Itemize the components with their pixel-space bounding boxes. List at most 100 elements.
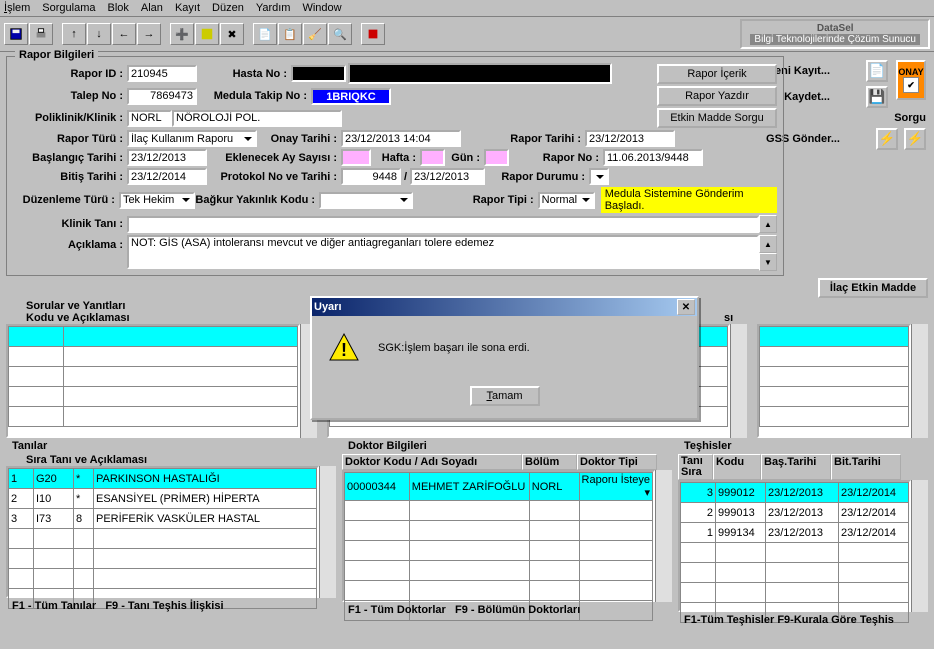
doktor-f9: F9 - Bölümün Doktorları [455, 604, 580, 616]
menu-kayit[interactable]: Kayıt [175, 2, 200, 14]
sorular-d-scroll[interactable] [730, 324, 747, 438]
menu-blok[interactable]: Blok [108, 2, 129, 14]
right-action-stack: ONAY✔ Yeni Kayıt...📄 Kaydet...💾 Sorgu GS… [766, 60, 926, 150]
nav-right-button[interactable]: → [137, 23, 161, 45]
rapor-tarihi-label: Rapor Tarihi : [461, 133, 585, 145]
dialog-close-button[interactable]: ✕ [677, 299, 695, 315]
doktor-title: Doktor Bilgileri [342, 440, 672, 452]
menu-alan[interactable]: Alan [141, 2, 163, 14]
sorular-s-scroll[interactable] [911, 324, 928, 438]
teshis-scroll[interactable] [911, 480, 928, 612]
svg-text:!: ! [341, 340, 347, 360]
sorular-s: sı [724, 312, 733, 324]
aciklama-input[interactable]: NOT: GİS (ASA) intoleransı mevcut ve diğ… [127, 235, 759, 269]
duzenleme-select[interactable]: Tek Hekim [119, 192, 195, 209]
rapor-id-label: Rapor ID : [13, 68, 127, 80]
hafta-input[interactable] [420, 149, 445, 166]
rapor-tipi-label: Rapor Tipi : [413, 194, 537, 206]
eklenecek-input[interactable] [341, 149, 371, 166]
protokol-no-input[interactable] [341, 168, 401, 185]
hasta-ad-obscured [348, 63, 612, 84]
duzenleme-label: Düzenleme Türü : [13, 194, 119, 206]
hasta-no-input[interactable] [291, 65, 346, 82]
teshis-h-kodu: Kodu [713, 454, 761, 480]
rapor-bilgileri-group: Rapor Bilgileri Rapor ID : Hasta No : Ra… [6, 56, 784, 276]
exit-button[interactable] [361, 23, 385, 45]
menu-islem[interactable]: İİşlemşlem [4, 2, 30, 14]
aciklama-label: Açıklama : [13, 235, 127, 251]
rapor-tarihi-input[interactable] [585, 130, 675, 147]
add-button[interactable]: ➕ [170, 23, 194, 45]
doc-button[interactable]: 📄 [253, 23, 277, 45]
nav-up-button[interactable]: ↑ [62, 23, 86, 45]
poliklinik-ad-input[interactable] [172, 110, 342, 127]
teshis-h-sira: Tanı Sıra [678, 454, 713, 480]
ilac-etkin-madde-button[interactable]: İlaç Etkin Madde [818, 278, 928, 298]
gss-gonder-button[interactable]: ⚡ [876, 128, 898, 150]
sorular-kodu-table[interactable] [6, 324, 300, 438]
brand-badge: DataSel Bilgi Teknolojilerinde Çözüm Sun… [740, 19, 930, 49]
rapor-bilgileri-title: Rapor Bilgileri [15, 49, 98, 61]
teshis-title: Teşhisler [678, 440, 928, 452]
rapor-icerik-button[interactable]: Rapor İçerik [657, 64, 777, 84]
medula-status: Medula Sistemine Gönderim Başladı. [601, 187, 777, 213]
tanilar-table[interactable]: 1G20*PARKINSON HASTALIĞI2I10*ESANSİYEL (… [6, 466, 319, 598]
yeni-kayit-button[interactable]: 📄 [866, 60, 888, 82]
tanilar-scroll[interactable] [319, 466, 336, 598]
tanilar-title: Tanılar [6, 440, 336, 452]
nav-down-button[interactable]: ↓ [87, 23, 111, 45]
tanilar-f1: F1 - Tüm Tanılar [12, 600, 96, 612]
dialog-message: SGK:İşlem başarı ile sona erdi. [378, 342, 530, 354]
print-button[interactable] [29, 23, 53, 45]
menu-duzen[interactable]: Düzen [212, 2, 244, 14]
aciklama-scroll-down[interactable]: ▼ [759, 253, 777, 271]
onay-tarihi-input[interactable] [341, 130, 461, 147]
rapor-yazdir-button[interactable]: Rapor Yazdır [657, 86, 777, 106]
doktor-scroll[interactable] [655, 470, 672, 602]
rapor-durumu-select[interactable] [589, 168, 609, 185]
hafta-label: Hafta : [371, 152, 420, 164]
menu-bar: İİşlemşlem Sorgulama Blok Alan Kayıt Düz… [0, 0, 934, 17]
find-button[interactable]: 🔍 [328, 23, 352, 45]
save-button[interactable] [4, 23, 28, 45]
tanilar-sub: Sıra Tanı ve Açıklaması [6, 454, 336, 466]
delete-button[interactable]: ✖ [220, 23, 244, 45]
clear-button[interactable]: 🧹 [303, 23, 327, 45]
onay-tarihi-label: Onay Tarihi : [257, 133, 341, 145]
protokol-tarih-input[interactable] [410, 168, 485, 185]
talep-no-input[interactable] [127, 88, 197, 105]
rapor-no-input[interactable] [603, 149, 703, 166]
doktor-h-bolum: Bölüm [522, 454, 577, 470]
sorular-s-table[interactable] [757, 324, 911, 438]
poliklinik-kod-input[interactable] [127, 110, 172, 127]
bitis-input[interactable] [127, 168, 207, 185]
onay-button[interactable]: ONAY✔ [896, 60, 926, 100]
rapor-turu-label: Rapor Türü : [13, 133, 127, 145]
hasta-no-label: Hasta No : [197, 68, 291, 80]
save-yellow-button[interactable] [195, 23, 219, 45]
menu-sorgulama[interactable]: Sorgulama [42, 2, 95, 14]
menu-window[interactable]: Window [302, 2, 341, 14]
aciklama-scroll-up[interactable]: ▲ [759, 235, 777, 253]
rapor-tipi-select[interactable]: Normal [538, 192, 595, 209]
sorgu-button[interactable]: ⚡ [904, 128, 926, 150]
menu-yardim[interactable]: Yardım [256, 2, 291, 14]
doktor-table[interactable]: 00000344MEHMET ZARİFOĞLUNORLRaporu İstey… [342, 470, 655, 602]
teshis-f1: F1-Tüm Teşhisler [684, 614, 774, 626]
nav-left-button[interactable]: ← [112, 23, 136, 45]
dialog-ok-button[interactable]: Tamam [470, 386, 540, 406]
rapor-id-input[interactable] [127, 65, 197, 82]
bagkur-label: Bağkur Yakınlık Kodu : [195, 194, 319, 206]
teshis-h-bit: Bit.Tarihi [831, 454, 901, 480]
teshis-table[interactable]: 399901223/12/201323/12/2014299901323/12/… [678, 480, 911, 612]
rapor-turu-select[interactable]: İlaç Kullanım Raporu [127, 130, 257, 147]
etkin-madde-sorgu-button[interactable]: Etkin Madde Sorgu [657, 108, 777, 128]
bagkur-select[interactable] [319, 192, 413, 209]
baslangic-input[interactable] [127, 149, 207, 166]
kaydet-button[interactable]: 💾 [866, 86, 888, 108]
doktor-h-tip: Doktor Tipi [577, 454, 657, 470]
klinik-tani-input[interactable] [127, 216, 759, 233]
klinik-scroll-up[interactable]: ▲ [759, 215, 777, 233]
gun-input[interactable] [484, 149, 509, 166]
copy-button[interactable]: 📋 [278, 23, 302, 45]
